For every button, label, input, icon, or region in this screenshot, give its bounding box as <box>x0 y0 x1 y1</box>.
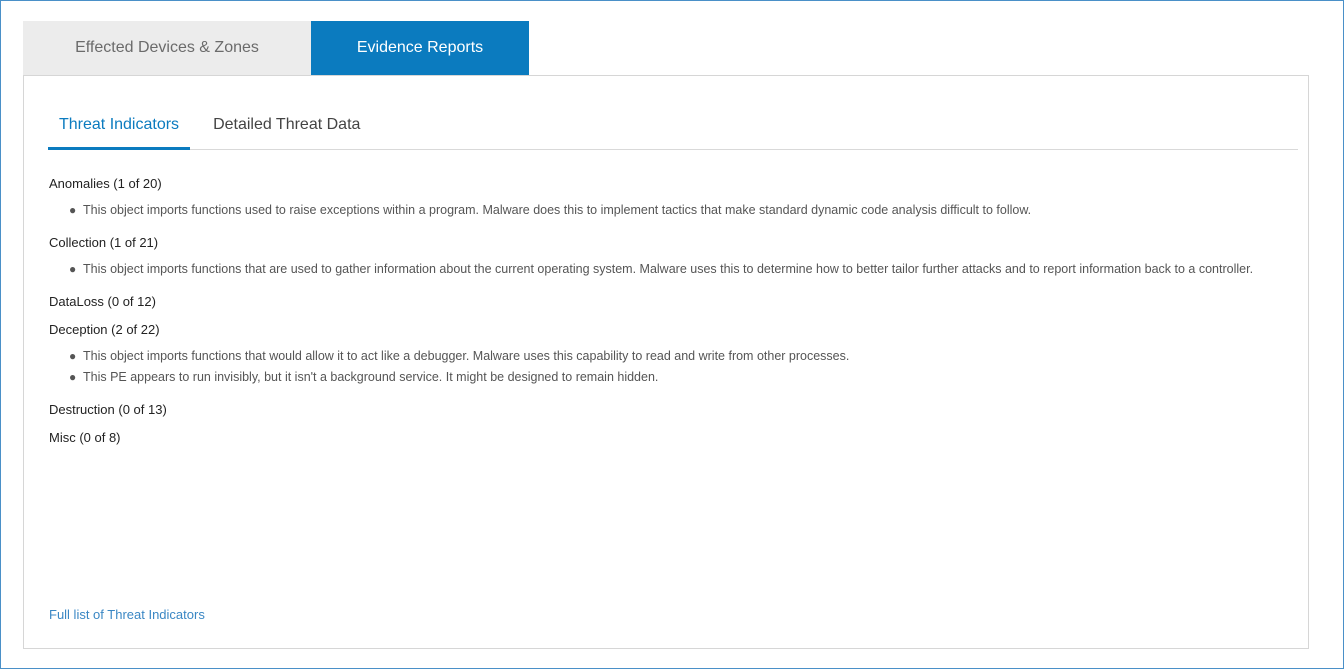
category-collection-title: Collection (1 of 21) <box>49 235 159 250</box>
indicator-text: This object imports functions that are u… <box>83 262 1254 276</box>
category-collection-items: ● This object imports functions that are … <box>49 259 1289 280</box>
evidence-window: Effected Devices & Zones Evidence Report… <box>0 0 1344 669</box>
evidence-reports-panel: Threat Indicators Detailed Threat Data A… <box>23 75 1309 649</box>
bullet-icon: ● <box>69 349 77 363</box>
indicator-text: This object imports functions used to ra… <box>83 203 1032 217</box>
category-deception-title: Deception (2 of 22) <box>49 322 160 337</box>
inner-tab-bar: Threat Indicators Detailed Threat Data <box>48 76 1298 150</box>
category-misc-title: Misc (0 of 8) <box>49 430 121 445</box>
bullet-icon: ● <box>69 262 77 276</box>
indicator-text: This object imports functions that would… <box>83 349 850 363</box>
list-item: ● This object imports functions that are … <box>67 259 1289 280</box>
list-item: ● This PE appears to run invisibly, but i… <box>67 367 1289 388</box>
tab-detailed-threat-data[interactable]: Detailed Threat Data <box>202 116 371 150</box>
list-item: ● This object imports functions that woul… <box>67 346 1289 367</box>
category-dataloss-title: DataLoss (0 of 12) <box>49 294 156 309</box>
outer-tab-bar: Effected Devices & Zones Evidence Report… <box>23 21 529 75</box>
bullet-icon: ● <box>69 203 77 217</box>
category-destruction-title: Destruction (0 of 13) <box>49 402 167 417</box>
full-list-threat-indicators-link[interactable]: Full list of Threat Indicators <box>49 607 205 622</box>
tab-evidence-reports[interactable]: Evidence Reports <box>311 21 529 75</box>
tab-effected-devices-zones[interactable]: Effected Devices & Zones <box>23 21 311 75</box>
tab-threat-indicators[interactable]: Threat Indicators <box>48 116 191 150</box>
category-deception-items: ● This object imports functions that woul… <box>49 346 1289 388</box>
indicator-text: This PE appears to run invisibly, but it… <box>83 370 659 384</box>
category-anomalies-title: Anomalies (1 of 20) <box>49 176 162 191</box>
threat-indicator-list: Anomalies (1 of 20) ● This object imports… <box>49 176 1289 458</box>
category-anomalies-items: ● This object imports functions used to r… <box>49 200 1289 221</box>
bullet-icon: ● <box>69 370 77 384</box>
list-item: ● This object imports functions used to r… <box>67 200 1289 221</box>
